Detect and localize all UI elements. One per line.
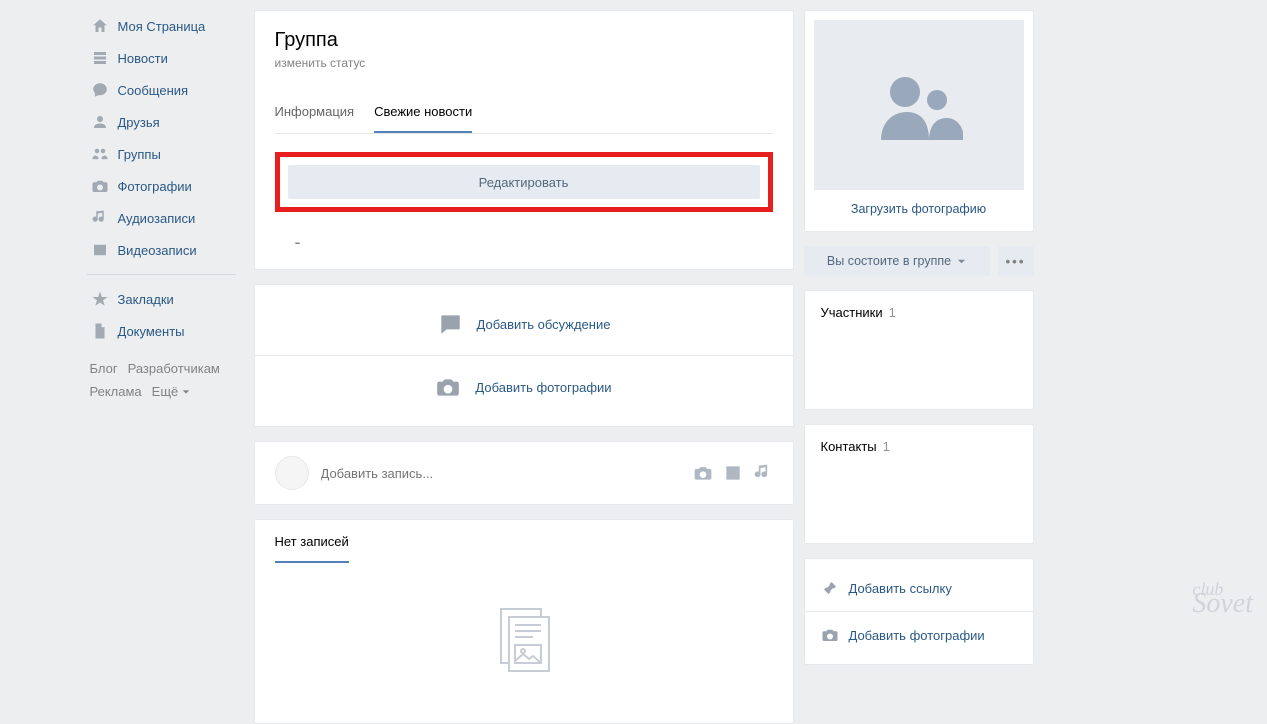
- feed-icon: [90, 48, 110, 68]
- members-count: 1: [889, 305, 896, 320]
- tabs: Информация Свежие новости: [275, 92, 773, 134]
- right-column: Загрузить фотографию Вы состоите в групп…: [804, 10, 1034, 665]
- add-link[interactable]: Добавить ссылку: [821, 573, 1017, 603]
- footer-links: Блог Разработчикам Реклама Ещё: [84, 357, 239, 404]
- members-card[interactable]: Участники 1: [804, 290, 1034, 410]
- group-photo-placeholder[interactable]: [814, 20, 1024, 190]
- collapse-marker: -: [275, 226, 773, 269]
- nav-photos[interactable]: Фотографии: [84, 170, 239, 202]
- membership-row: Вы состоите в группе •••: [804, 246, 1034, 276]
- add-block: Добавить обсуждение Добавить фотографии: [254, 284, 794, 427]
- contacts-card[interactable]: Контакты 1: [804, 424, 1034, 544]
- nav-bookmarks[interactable]: Закладки: [84, 283, 239, 315]
- left-nav: Моя Страница Новости Сообщения Друзья Гр…: [84, 10, 244, 404]
- nav-my-page[interactable]: Моя Страница: [84, 10, 239, 42]
- contacts-title: Контакты: [821, 439, 877, 454]
- photo-card: Загрузить фотографию: [804, 10, 1034, 232]
- add-discussion-label: Добавить обсуждение: [477, 317, 611, 332]
- camera-icon: [435, 374, 461, 400]
- camera-icon: [90, 176, 110, 196]
- person-icon: [90, 112, 110, 132]
- post-input[interactable]: [321, 466, 681, 481]
- nav-label: Фотографии: [118, 179, 192, 194]
- add-link-label: Добавить ссылку: [849, 581, 952, 596]
- group-header-card: Группа изменить статус Информация Свежие…: [254, 10, 794, 270]
- camera-icon[interactable]: [693, 463, 713, 483]
- members-title: Участники: [821, 305, 883, 320]
- nav-docs[interactable]: Документы: [84, 315, 239, 347]
- nav-label: Аудиозаписи: [118, 211, 196, 226]
- film-icon[interactable]: [723, 463, 743, 483]
- nav-label: Группы: [118, 147, 161, 162]
- highlight-box: Редактировать: [275, 152, 773, 212]
- video-icon: [90, 240, 110, 260]
- post-attachments: [693, 463, 773, 483]
- avatar: [275, 456, 309, 490]
- nav-label: Моя Страница: [118, 19, 206, 34]
- music-icon: [90, 208, 110, 228]
- more-button[interactable]: •••: [998, 246, 1034, 276]
- music-icon[interactable]: [753, 463, 773, 483]
- tab-news[interactable]: Свежие новости: [374, 92, 472, 133]
- pin-icon: [821, 579, 839, 597]
- nav-label: Документы: [118, 324, 185, 339]
- nav-label: Сообщения: [118, 83, 189, 98]
- nav-video[interactable]: Видеозаписи: [84, 234, 239, 266]
- add-photos[interactable]: Добавить фотографии: [255, 356, 793, 418]
- add-photos-side-label: Добавить фотографии: [849, 628, 985, 643]
- change-status[interactable]: изменить статус: [275, 56, 773, 70]
- nav-groups[interactable]: Группы: [84, 138, 239, 170]
- footer-blog[interactable]: Блог: [90, 361, 118, 376]
- no-posts-tab: Нет записей: [275, 534, 349, 563]
- nav-label: Закладки: [118, 292, 174, 307]
- nav-friends[interactable]: Друзья: [84, 106, 239, 138]
- footer-ad[interactable]: Реклама: [90, 384, 142, 399]
- membership-button[interactable]: Вы состоите в группе: [804, 246, 990, 276]
- nav-messages[interactable]: Сообщения: [84, 74, 239, 106]
- add-photos-label: Добавить фотографии: [475, 380, 611, 395]
- nav-label: Новости: [118, 51, 168, 66]
- messages-icon: [90, 80, 110, 100]
- star-icon: [90, 289, 110, 309]
- nav-feed[interactable]: Новости: [84, 42, 239, 74]
- empty-posts-illustration: [255, 563, 793, 723]
- group-title: Группа: [275, 29, 773, 52]
- separator: [805, 611, 1033, 612]
- footer-more[interactable]: Ещё: [152, 384, 190, 399]
- groups-icon: [90, 144, 110, 164]
- main-column: Группа изменить статус Информация Свежие…: [254, 10, 794, 724]
- new-post: [254, 441, 794, 505]
- home-icon: [90, 16, 110, 36]
- chat-icon: [437, 311, 463, 337]
- edit-button[interactable]: Редактировать: [288, 165, 760, 199]
- tab-info[interactable]: Информация: [275, 92, 355, 133]
- actions-card: Добавить ссылку Добавить фотографии: [804, 558, 1034, 665]
- footer-dev[interactable]: Разработчикам: [128, 361, 220, 376]
- add-discussion[interactable]: Добавить обсуждение: [255, 293, 793, 355]
- separator: [87, 274, 236, 275]
- contacts-count: 1: [883, 439, 890, 454]
- upload-photo[interactable]: Загрузить фотографию: [814, 190, 1024, 222]
- posts-card: Нет записей: [254, 519, 794, 724]
- nav-label: Друзья: [118, 115, 160, 130]
- document-icon: [90, 321, 110, 341]
- nav-audio[interactable]: Аудиозаписи: [84, 202, 239, 234]
- watermark: clubSovet: [1192, 579, 1253, 613]
- nav-label: Видеозаписи: [118, 243, 197, 258]
- camera-icon: [821, 626, 839, 644]
